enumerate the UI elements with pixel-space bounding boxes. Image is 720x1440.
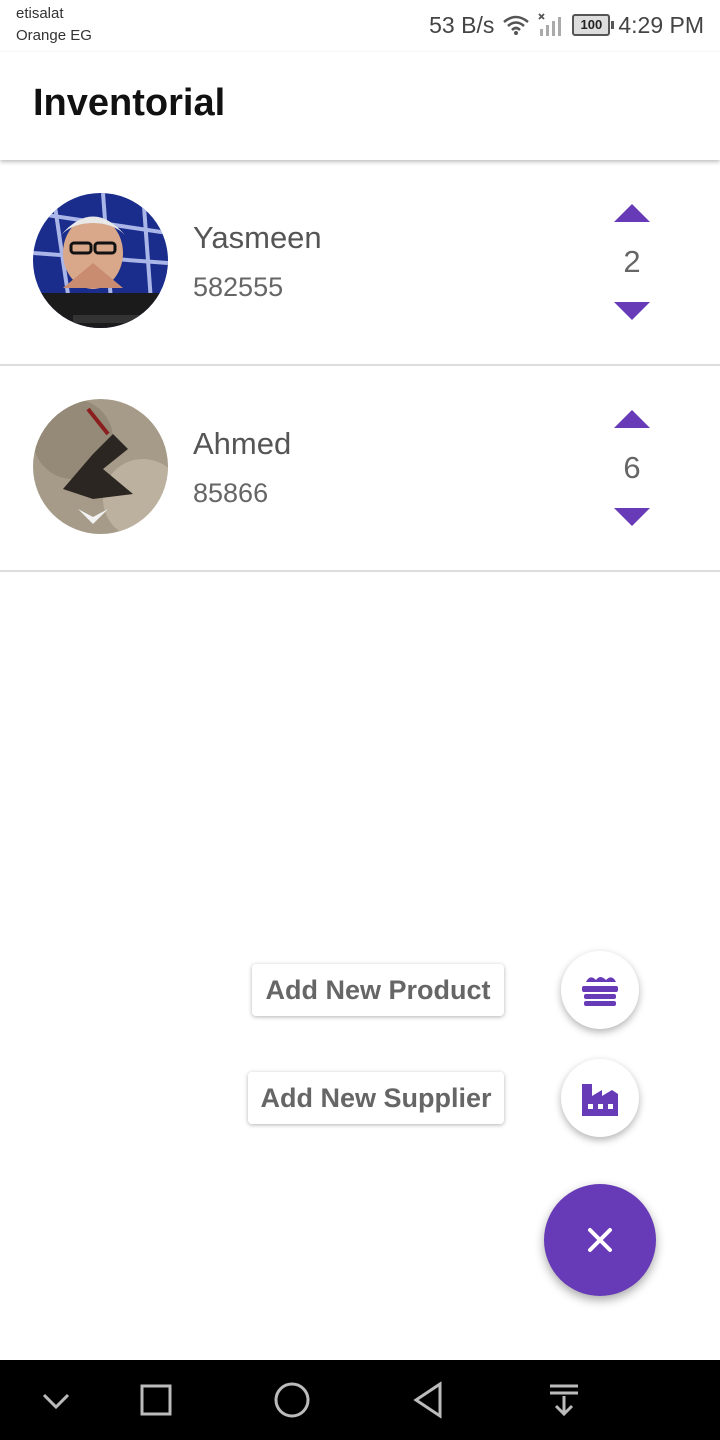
app-bar: Inventorial [0,52,720,160]
quantity-stepper: 6 [592,406,672,536]
square-icon [140,1384,172,1416]
signal-icon [538,13,564,37]
back-button[interactable] [408,1380,448,1420]
increment-arrow-icon[interactable] [614,408,650,430]
item-code: 582555 [193,272,284,302]
list-item[interactable]: Yasmeen 582555 2 [0,160,720,366]
recents-button[interactable] [136,1380,176,1420]
wifi-icon [502,14,530,36]
add-product-label[interactable]: Add New Product [252,964,504,1016]
list-item[interactable]: Ahmed 85866 6 [0,366,720,572]
add-product-button[interactable] [561,951,639,1029]
food-bowl-icon [582,977,618,1006]
system-nav-bar [0,1360,720,1440]
chevron-down-icon [42,1393,70,1410]
item-name: Yasmeen [193,220,322,255]
fab-close-button[interactable] [544,1184,656,1296]
decrement-arrow-icon[interactable] [614,300,650,322]
battery-icon: 100 [572,14,615,36]
clock: 4:29 PM [618,11,704,38]
add-supplier-button[interactable] [561,1059,639,1137]
notifications-pulldown-button[interactable] [544,1380,584,1420]
increment-arrow-icon[interactable] [614,202,650,224]
inventory-list: Yasmeen 582555 2 Ahmed 85866 6 [0,160,720,572]
carrier-secondary: Orange EG [16,27,92,44]
net-speed: 53 B/s [429,11,495,38]
quantity-value: 2 [623,244,641,279]
factory-icon [582,1084,618,1116]
add-supplier-label[interactable]: Add New Supplier [248,1072,504,1124]
hide-nav-button[interactable] [36,1380,76,1420]
home-button[interactable] [272,1380,312,1420]
status-indicators: 53 B/s 100 4:29 PM [429,10,704,40]
status-bar: etisalat Orange EG 53 B/s 100 4:29 PM [0,0,720,52]
avatar [33,399,168,534]
pull-down-icon [550,1384,578,1417]
avatar [33,193,168,328]
item-code: 85866 [193,478,269,508]
item-name: Ahmed [193,426,292,461]
quantity-value: 6 [623,450,641,485]
circle-icon [274,1382,310,1418]
close-icon [588,1228,612,1252]
app-title: Inventorial [33,82,226,124]
carrier-primary: etisalat [16,5,64,22]
triangle-back-icon [413,1381,442,1419]
decrement-arrow-icon[interactable] [614,506,650,528]
quantity-stepper: 2 [592,200,672,330]
